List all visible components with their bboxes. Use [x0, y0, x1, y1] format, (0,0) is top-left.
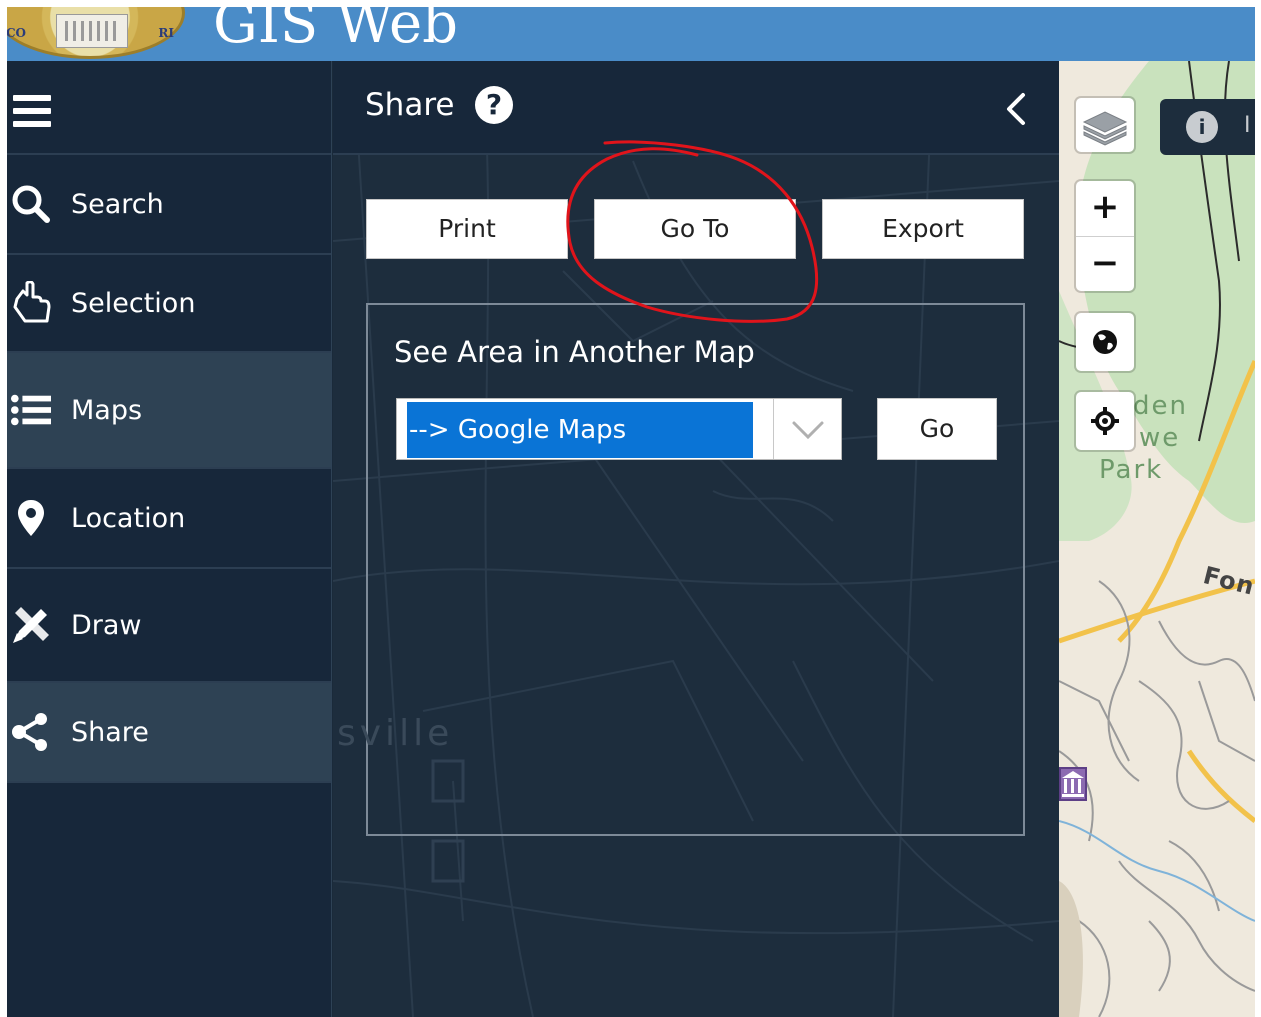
gis-app: CO RI GIS Web den we Park Fon Search Sel…	[7, 7, 1255, 1017]
red-annotation-circle	[566, 140, 819, 323]
